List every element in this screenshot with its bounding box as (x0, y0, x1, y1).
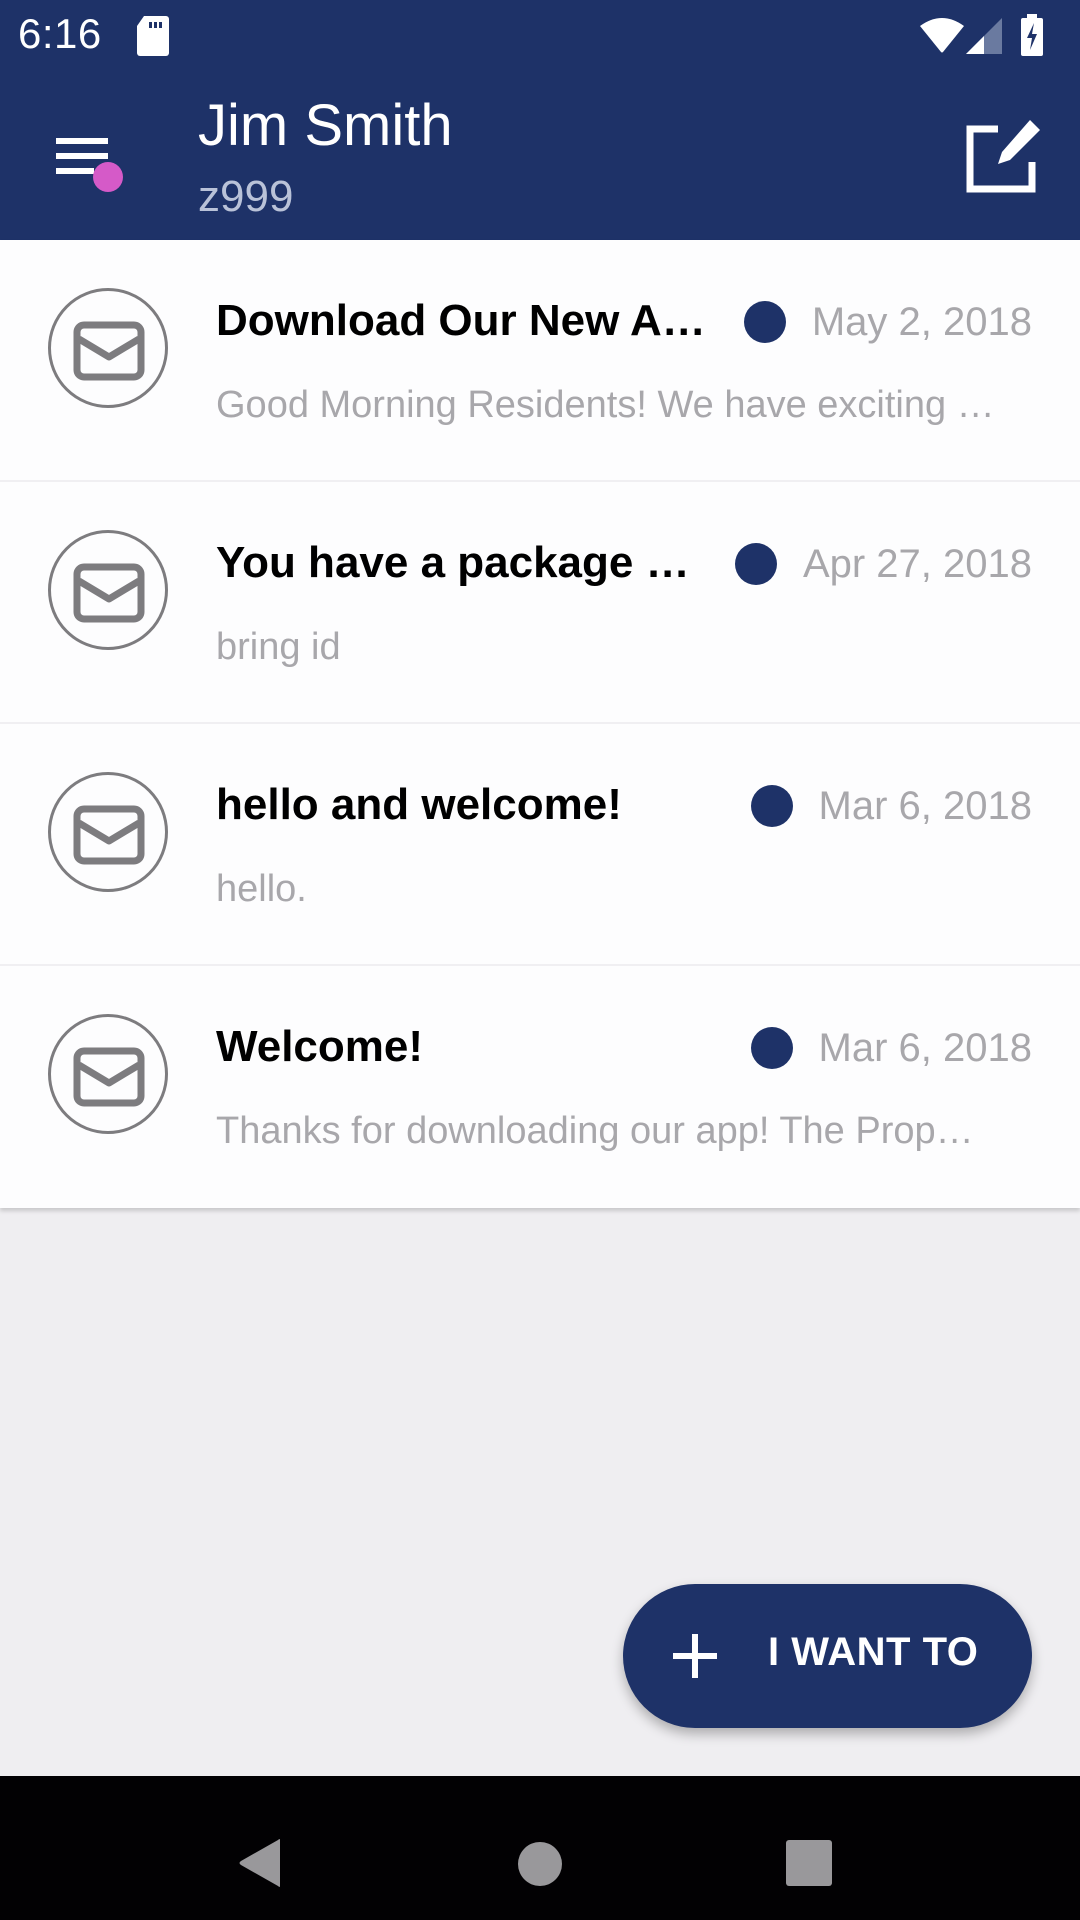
back-button[interactable] (238, 1838, 282, 1893)
envelope-avatar (48, 530, 168, 650)
status-bar: 6:16 (0, 0, 1080, 72)
envelope-icon (73, 1047, 145, 1107)
message-title: Download Our New A… (216, 296, 706, 345)
battery-charging-icon (1020, 14, 1044, 61)
message-date: Apr 27, 2018 (802, 541, 1032, 586)
message-title: Welcome! (216, 1022, 424, 1071)
unread-indicator (750, 785, 793, 827)
unread-indicator (743, 301, 786, 343)
sd-card-icon (136, 16, 170, 61)
message-date: May 2, 2018 (811, 299, 1032, 344)
envelope-icon (73, 321, 145, 381)
message-title: hello and welcome! (216, 780, 622, 829)
home-button[interactable] (518, 1842, 562, 1886)
envelope-icon (73, 563, 145, 623)
envelope-icon (73, 805, 145, 865)
compose-icon (966, 120, 1040, 193)
message-row[interactable]: You have a package … Apr 27, 2018 bring … (0, 482, 1080, 724)
message-date: Mar 6, 2018 (818, 1025, 1032, 1070)
message-title: You have a package … (216, 538, 690, 587)
notification-badge (93, 162, 123, 192)
message-preview: hello. (216, 868, 307, 910)
wifi-icon (918, 16, 966, 61)
page-subtitle: z999 (198, 172, 294, 221)
cell-signal-icon (966, 18, 1002, 59)
menu-button[interactable] (44, 126, 134, 196)
fab-label: I WANT TO (768, 1630, 979, 1674)
unread-indicator (734, 543, 777, 585)
message-list: Download Our New A… May 2, 2018 Good Mor… (0, 240, 1080, 1208)
message-preview: Good Morning Residents! We have exciting… (216, 384, 995, 426)
message-preview: bring id (216, 626, 341, 668)
compose-button[interactable] (964, 116, 1044, 196)
message-row[interactable]: Welcome! Mar 6, 2018 Thanks for download… (0, 966, 1080, 1208)
message-date: Mar 6, 2018 (818, 783, 1032, 828)
envelope-avatar (48, 1014, 168, 1134)
page-title: Jim Smith (198, 93, 453, 158)
plus-icon (673, 1634, 717, 1678)
message-row[interactable]: Download Our New A… May 2, 2018 Good Mor… (0, 240, 1080, 482)
recents-button[interactable] (786, 1840, 832, 1886)
unread-indicator (750, 1027, 793, 1069)
i-want-to-button[interactable]: I WANT TO (623, 1584, 1032, 1728)
envelope-avatar (48, 772, 168, 892)
message-preview: Thanks for downloading our app! The Prop… (216, 1110, 974, 1152)
envelope-avatar (48, 288, 168, 408)
system-nav-bar (0, 1776, 1080, 1920)
message-row[interactable]: hello and welcome! Mar 6, 2018 hello. (0, 724, 1080, 966)
app-header: 6:16 Jim Smith z999 (0, 0, 1080, 240)
back-icon (239, 1839, 280, 1887)
status-time: 6:16 (18, 10, 102, 57)
